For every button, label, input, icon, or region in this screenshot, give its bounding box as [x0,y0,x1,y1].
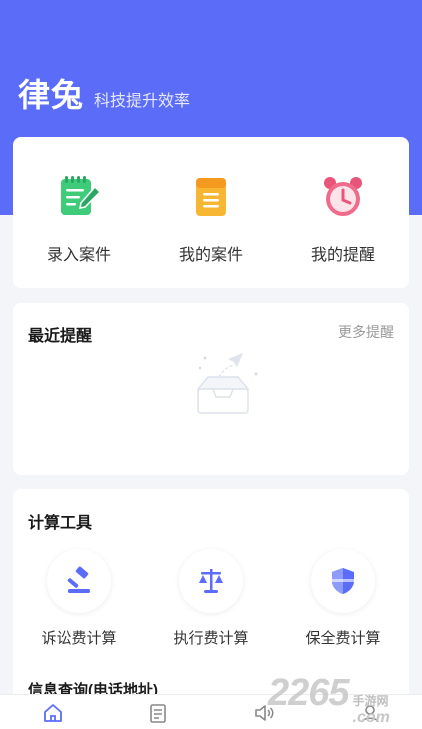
quick-action-label: 我的提醒 [310,247,375,264]
empty-inbox-icon [196,353,258,414]
tool-icon-wrap [311,549,375,613]
quick-action-label: 录入案件 [46,247,111,264]
shield-icon [332,568,354,594]
document-list-icon[interactable] [146,701,170,725]
quick-action-my-cases[interactable]: 我的案件 [145,173,277,265]
quick-action-my-reminders[interactable]: 我的提醒 [277,173,409,265]
notepad-pencil-icon [61,176,102,215]
brand: 律兔 科技提升效率 [18,70,190,116]
tool-icon-wrap [179,549,243,613]
home-icon[interactable] [41,701,65,725]
brand-slogan: 科技提升效率 [94,93,191,110]
scales-icon [199,569,223,593]
quick-action-label: 我的案件 [178,247,243,264]
tool-label: 执行费计算 [173,630,249,647]
gavel-icon [67,566,90,593]
section-title: 计算工具 [28,515,93,532]
bottom-tab-bar [0,694,422,729]
folder-document-icon [196,178,226,216]
alarm-clock-icon [324,177,362,216]
tool-label: 保全费计算 [305,630,381,647]
tool-label: 诉讼费计算 [41,630,117,647]
brand-name: 律兔 [18,77,85,113]
tool-icon-wrap [47,549,111,613]
speaker-icon[interactable] [252,701,276,725]
recent-reminders-card: 最近提醒 更多提醒 [13,303,409,475]
section-title: 最近提醒 [28,328,93,345]
calculation-tools-card: 计算工具 诉讼费计算 执行费计算 保全费计算 信息查询(电话地址) [13,489,409,719]
litigation-fee-calculator[interactable]: 诉讼费计算 [13,549,145,648]
more-reminders-link[interactable]: 更多提醒 [338,322,394,342]
user-icon[interactable] [358,701,382,725]
quick-action-enter-case[interactable]: 录入案件 [13,173,145,265]
quick-actions-card: 录入案件 我的案件 我的提醒 [13,137,409,288]
execution-fee-calculator[interactable]: 执行费计算 [145,549,277,648]
preservation-fee-calculator[interactable]: 保全费计算 [277,549,409,648]
